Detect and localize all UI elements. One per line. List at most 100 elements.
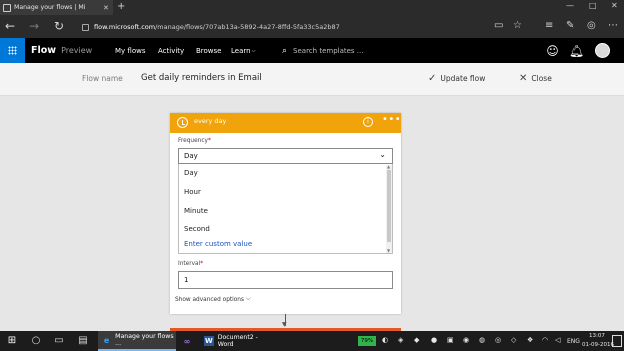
app-launcher-button[interactable] bbox=[0, 38, 25, 63]
smiley-icon[interactable]: ☺ bbox=[543, 41, 562, 60]
frequency-label: Frequency* bbox=[178, 138, 211, 144]
browser-tab-strip: Manage your flows | Mi ✕ + — □ ✕ bbox=[0, 0, 624, 15]
wifi-icon[interactable]: ◠ bbox=[542, 336, 548, 344]
option-day[interactable]: Day bbox=[184, 169, 198, 177]
new-tab-button[interactable]: + bbox=[117, 1, 125, 13]
info-icon[interactable]: i bbox=[363, 117, 373, 127]
option-minute[interactable]: Minute bbox=[184, 207, 208, 215]
tray-app-icon[interactable]: ◐ bbox=[382, 336, 388, 344]
window-close-button[interactable]: ✕ bbox=[611, 1, 618, 10]
trigger-card: every day i ••• Frequency* Day ⌄ Day Hou… bbox=[170, 113, 401, 314]
file-explorer-icon[interactable]: ▤ bbox=[77, 335, 89, 347]
search-box[interactable]: ⌕ Search templates ... bbox=[282, 38, 363, 63]
scroll-up-icon[interactable]: ▲ bbox=[387, 165, 391, 169]
more-options-icon[interactable]: ••• bbox=[382, 114, 401, 125]
nav-activity[interactable]: Activity bbox=[158, 38, 184, 63]
browser-tab[interactable]: Manage your flows | Mi ✕ bbox=[0, 0, 113, 15]
tray-app-icon[interactable]: ◇ bbox=[511, 336, 516, 344]
more-icon[interactable]: ⋯ bbox=[608, 19, 618, 33]
app-bar: Flow Preview My flows Activity Browse Le… bbox=[0, 38, 624, 63]
word-icon: W bbox=[204, 336, 214, 346]
option-second[interactable]: Second bbox=[184, 225, 210, 233]
close-button[interactable]: ✕ Close bbox=[519, 73, 552, 84]
brand[interactable]: Flow Preview bbox=[31, 38, 92, 63]
option-hour[interactable]: Hour bbox=[184, 188, 201, 196]
tray-app-icon[interactable]: ◆ bbox=[414, 336, 419, 344]
interval-input[interactable]: 1 bbox=[178, 271, 393, 289]
brand-name: Flow bbox=[31, 45, 57, 56]
minimize-button[interactable]: — bbox=[566, 1, 574, 10]
frequency-select[interactable]: Day ⌄ bbox=[178, 148, 393, 164]
favorite-star-icon[interactable]: ☆ bbox=[513, 19, 522, 33]
nav-browse[interactable]: Browse bbox=[196, 38, 222, 63]
tray-app-icon[interactable]: ● bbox=[431, 336, 437, 344]
tray-app-icon[interactable]: ◈ bbox=[398, 336, 403, 344]
frequency-value: Day bbox=[184, 152, 198, 160]
browser-tab-title: Manage your flows | Mi bbox=[14, 4, 86, 11]
show-advanced-options-link[interactable]: Show advanced options ⌵ bbox=[175, 296, 250, 303]
hub-icon[interactable]: ≡ bbox=[545, 19, 553, 33]
taskbar: ⊞ ○ ▭ ▤ e Manage your flows ... ∞ W Docu… bbox=[0, 331, 624, 351]
clock-time[interactable]: 13:07 bbox=[589, 333, 605, 339]
nav-my-flows[interactable]: My flows bbox=[115, 38, 145, 63]
close-icon: ✕ bbox=[519, 73, 528, 84]
nav-learn-label: Learn bbox=[231, 46, 251, 55]
share-icon[interactable]: ◎ bbox=[587, 19, 596, 33]
checkmark-icon: ✓ bbox=[428, 73, 437, 84]
refresh-icon[interactable]: ↻ bbox=[54, 19, 64, 33]
edge-icon: e bbox=[103, 335, 110, 345]
maximize-button[interactable]: □ bbox=[589, 1, 597, 10]
page-info-icon[interactable] bbox=[82, 23, 89, 31]
cortana-icon[interactable]: ○ bbox=[30, 335, 42, 347]
language-indicator[interactable]: ENG bbox=[567, 338, 580, 345]
tray-app-icon[interactable]: ◍ bbox=[479, 336, 485, 344]
taskbar-app-label: Document2 - Word bbox=[217, 334, 258, 348]
scrollbar-thumb[interactable] bbox=[387, 170, 391, 242]
advanced-options-label: Show advanced options bbox=[175, 296, 244, 303]
visual-studio-icon: ∞ bbox=[183, 336, 191, 346]
battery-indicator[interactable]: 79% bbox=[358, 336, 376, 346]
required-mark: * bbox=[200, 261, 204, 267]
tray-app-icon[interactable]: ▣ bbox=[447, 336, 454, 344]
tray-app-icon[interactable]: ❖ bbox=[527, 336, 533, 344]
taskbar-app-edge[interactable]: e Manage your flows ... bbox=[98, 331, 176, 351]
alarm-clock-icon bbox=[177, 117, 188, 128]
trigger-card-header[interactable]: every day i ••• bbox=[170, 113, 401, 133]
url-path: /manage/flows/707ab13a-5892-4a27-8ffd-5f… bbox=[155, 23, 340, 31]
forward-arrow-icon[interactable]: → bbox=[29, 19, 39, 33]
taskbar-app-word[interactable]: W Document2 - Word bbox=[200, 331, 274, 351]
reading-view-icon[interactable]: ▭ bbox=[494, 19, 503, 33]
taskbar-app-visual-studio[interactable]: ∞ bbox=[178, 331, 198, 351]
url-field[interactable]: flow.microsoft.com/manage/flows/707ab13a… bbox=[82, 20, 482, 34]
flow-name[interactable]: Get daily reminders in Email bbox=[141, 73, 262, 83]
clock-date[interactable]: 01-09-2016 bbox=[582, 342, 614, 348]
option-enter-custom-value[interactable]: Enter custom value bbox=[184, 240, 252, 248]
tab-close-icon[interactable]: ✕ bbox=[103, 4, 109, 12]
address-bar: ← → ↻ flow.microsoft.com/manage/flows/70… bbox=[0, 15, 624, 38]
tray-app-icon[interactable]: ◎ bbox=[495, 336, 501, 344]
trigger-title: every day bbox=[194, 117, 227, 125]
taskbar-app-label: Manage your flows ... bbox=[115, 333, 174, 347]
update-flow-label: Update flow bbox=[440, 74, 486, 83]
avatar[interactable] bbox=[595, 43, 610, 58]
brand-preview-tag: Preview bbox=[61, 46, 93, 55]
web-note-icon[interactable]: ✎ bbox=[566, 19, 574, 33]
task-view-icon[interactable]: ▭ bbox=[53, 335, 65, 347]
chevron-down-icon: ⌵ bbox=[246, 296, 251, 302]
back-arrow-icon[interactable]: ← bbox=[5, 19, 15, 33]
chevron-down-icon: ⌄ bbox=[379, 150, 386, 159]
windows-start-icon[interactable]: ⊞ bbox=[6, 335, 18, 347]
volume-icon[interactable]: ◁ bbox=[555, 336, 560, 344]
flow-header: Flow name Get daily reminders in Email ✓… bbox=[0, 63, 624, 96]
update-flow-button[interactable]: ✓ Update flow bbox=[428, 73, 485, 84]
search-placeholder: Search templates ... bbox=[293, 46, 364, 55]
interval-value: 1 bbox=[184, 276, 189, 284]
search-icon: ⌕ bbox=[282, 45, 288, 56]
tray-app-icon[interactable]: ◉ bbox=[463, 336, 469, 344]
frequency-dropdown-list: Day Hour Minute Second Enter custom valu… bbox=[178, 164, 393, 254]
action-center-icon[interactable] bbox=[612, 335, 622, 347]
dropdown-scrollbar[interactable]: ▲ ▼ bbox=[386, 165, 392, 253]
scroll-down-icon[interactable]: ▼ bbox=[387, 249, 391, 253]
nav-learn[interactable]: Learn ⌵ bbox=[231, 38, 255, 63]
bell-icon[interactable]: 🔔︎ bbox=[567, 41, 586, 60]
